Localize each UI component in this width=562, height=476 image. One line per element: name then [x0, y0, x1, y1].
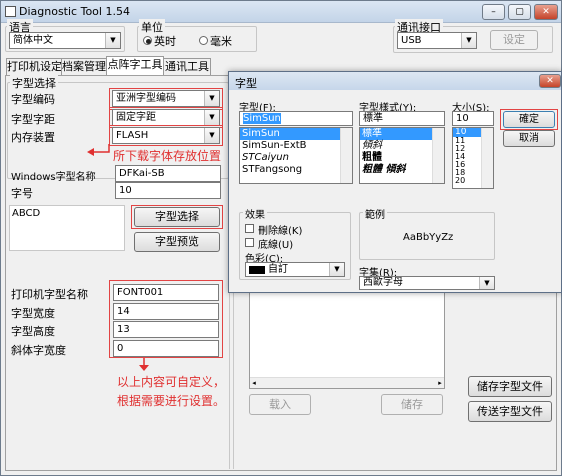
font-width-label: 字型宽度 [11, 307, 55, 320]
font-dialog-title: 字型 [235, 77, 257, 90]
font-dialog-close-button[interactable]: ✕ [539, 74, 561, 88]
language-value: 简体中文 [13, 35, 53, 46]
printer-font-name-input[interactable]: FONT001 [113, 284, 219, 301]
comm-select[interactable]: USB ▼ [397, 32, 477, 49]
encoding-select[interactable]: 亚洲字型编码 ▼ [112, 90, 220, 107]
chevron-down-icon: ▼ [329, 263, 344, 276]
color-value: 自訂 [268, 264, 288, 275]
separator [229, 291, 230, 469]
font-option[interactable]: SimSun [240, 128, 352, 140]
tab-comm-tools[interactable]: 通讯工具 [163, 58, 211, 75]
memory-label: 内存装置 [11, 131, 55, 144]
unit-inch-label: 英时 [154, 35, 176, 48]
italic-width-input[interactable]: 0 [113, 340, 219, 357]
memory-value: FLASH [116, 130, 149, 141]
font-width-input[interactable]: 14 [113, 303, 219, 320]
script-value: 西歐字母 [363, 277, 403, 288]
font-name-list[interactable]: SimSun SimSun-ExtB STCaiyun STFangsong [239, 127, 353, 184]
tab-bitmap-font-tool[interactable]: 点阵字工具 [106, 56, 164, 76]
chevron-down-icon: ▼ [105, 33, 120, 48]
download-location-annotation: 所下载字体存放位置 [113, 149, 222, 163]
comm-settings-button[interactable]: 设定 [490, 30, 538, 50]
chevron-down-icon: ▼ [479, 277, 494, 289]
load-button[interactable]: 载入 [249, 394, 311, 415]
size-label: 字号 [11, 187, 33, 200]
save-button[interactable]: 储存 [381, 394, 443, 415]
font-size-list[interactable]: 10 11 12 14 16 18 20 [452, 127, 494, 189]
font-style-list[interactable]: 標準 傾斜 粗體 粗體 傾斜 [359, 127, 445, 184]
font-height-input[interactable]: 13 [113, 321, 219, 338]
underline-label: 底線(U) [258, 240, 294, 251]
select-font-button[interactable]: 字型选择 [134, 207, 220, 227]
font-size-input[interactable]: 10 [452, 111, 494, 126]
script-select[interactable]: 西歐字母 ▼ [359, 276, 495, 290]
comm-value: USB [401, 35, 422, 46]
size-input[interactable]: 10 [115, 182, 221, 199]
chevron-down-icon: ▼ [204, 91, 219, 106]
font-dialog-title-bar: 字型 ✕ [229, 72, 561, 90]
chevron-down-icon: ▼ [204, 128, 219, 143]
app-icon [5, 6, 16, 17]
separator [233, 291, 234, 469]
italic-width-label: 斜体字宽度 [11, 344, 66, 357]
sample-text: AaBbYyZz [403, 232, 454, 243]
font-content-list[interactable]: ◂ ▸ [249, 291, 445, 389]
unit-inch-radio[interactable] [143, 36, 152, 45]
custom-annotation-line2: 根据需要进行设置。 [117, 394, 226, 408]
font-name-input[interactable]: SimSun [239, 111, 353, 126]
color-select[interactable]: 自訂 ▼ [245, 262, 345, 277]
unit-mm-radio[interactable] [199, 36, 208, 45]
font-select-group-title: 字型选择 [10, 75, 58, 91]
windows-font-input[interactable]: DFKai-SB [115, 165, 221, 182]
chevron-down-icon: ▼ [204, 110, 219, 125]
style-list-scrollbar[interactable] [432, 128, 444, 183]
cancel-button[interactable]: 取消 [503, 130, 555, 147]
font-sample-box: ABCD [9, 205, 125, 251]
chevron-down-icon: ▼ [461, 33, 476, 48]
size-list-scrollbar[interactable] [481, 128, 493, 188]
font-list-scrollbar[interactable] [340, 128, 352, 183]
minimize-button[interactable]: – [482, 4, 505, 20]
sample-title: 範例 [363, 206, 387, 221]
spacing-label: 字型字距 [11, 113, 55, 126]
font-option[interactable]: STCaiyun [240, 152, 352, 164]
custom-annotation-line1: 以上内容可自定义， [117, 375, 226, 389]
font-sample-text: ABCD [12, 208, 41, 219]
font-name-value: SimSun [243, 113, 281, 124]
effects-title: 效果 [243, 206, 267, 221]
tab-file-management[interactable]: 档案管理 [61, 58, 107, 75]
strikeout-label: 刪除線(K) [258, 226, 303, 237]
encoding-label: 字型编码 [11, 93, 55, 106]
horizontal-scrollbar[interactable]: ◂ ▸ [250, 377, 444, 388]
font-height-label: 字型高度 [11, 325, 55, 338]
tab-printer-settings[interactable]: 打印机设定 [6, 58, 62, 75]
font-option[interactable]: SimSun-ExtB [240, 140, 352, 152]
underline-checkbox[interactable] [245, 238, 254, 247]
memory-select[interactable]: FLASH ▼ [112, 127, 220, 144]
down-arrow-icon [139, 358, 149, 371]
color-swatch [249, 266, 265, 274]
spacing-value: 固定字距 [116, 112, 156, 123]
save-font-file-button[interactable]: 储存字型文件 [468, 376, 552, 397]
close-button[interactable]: ✕ [534, 4, 558, 20]
language-select[interactable]: 简体中文 ▼ [9, 32, 121, 49]
spacing-select[interactable]: 固定字距 ▼ [112, 109, 220, 126]
font-dialog: 字型 ✕ 字型(F): SimSun SimSun SimSun-ExtB ST… [228, 71, 562, 293]
font-style-input[interactable]: 標準 [359, 111, 445, 126]
ok-button[interactable]: 確定 [503, 111, 555, 128]
windows-font-label: Windows字型名称 [11, 172, 96, 183]
unit-mm-label: 毫米 [210, 35, 232, 48]
strikeout-checkbox[interactable] [245, 224, 254, 233]
window-title: Diagnostic Tool 1.54 [19, 5, 130, 18]
printer-font-name-label: 打印机字型名称 [11, 288, 88, 301]
title-bar: Diagnostic Tool 1.54 – ▢ ✕ [1, 1, 561, 23]
encoding-value: 亚洲字型编码 [116, 93, 176, 104]
send-font-file-button[interactable]: 传送字型文件 [468, 401, 552, 422]
font-option[interactable]: STFangsong [240, 164, 352, 176]
font-preview-button[interactable]: 字型预览 [134, 232, 220, 252]
maximize-button[interactable]: ▢ [508, 4, 531, 20]
